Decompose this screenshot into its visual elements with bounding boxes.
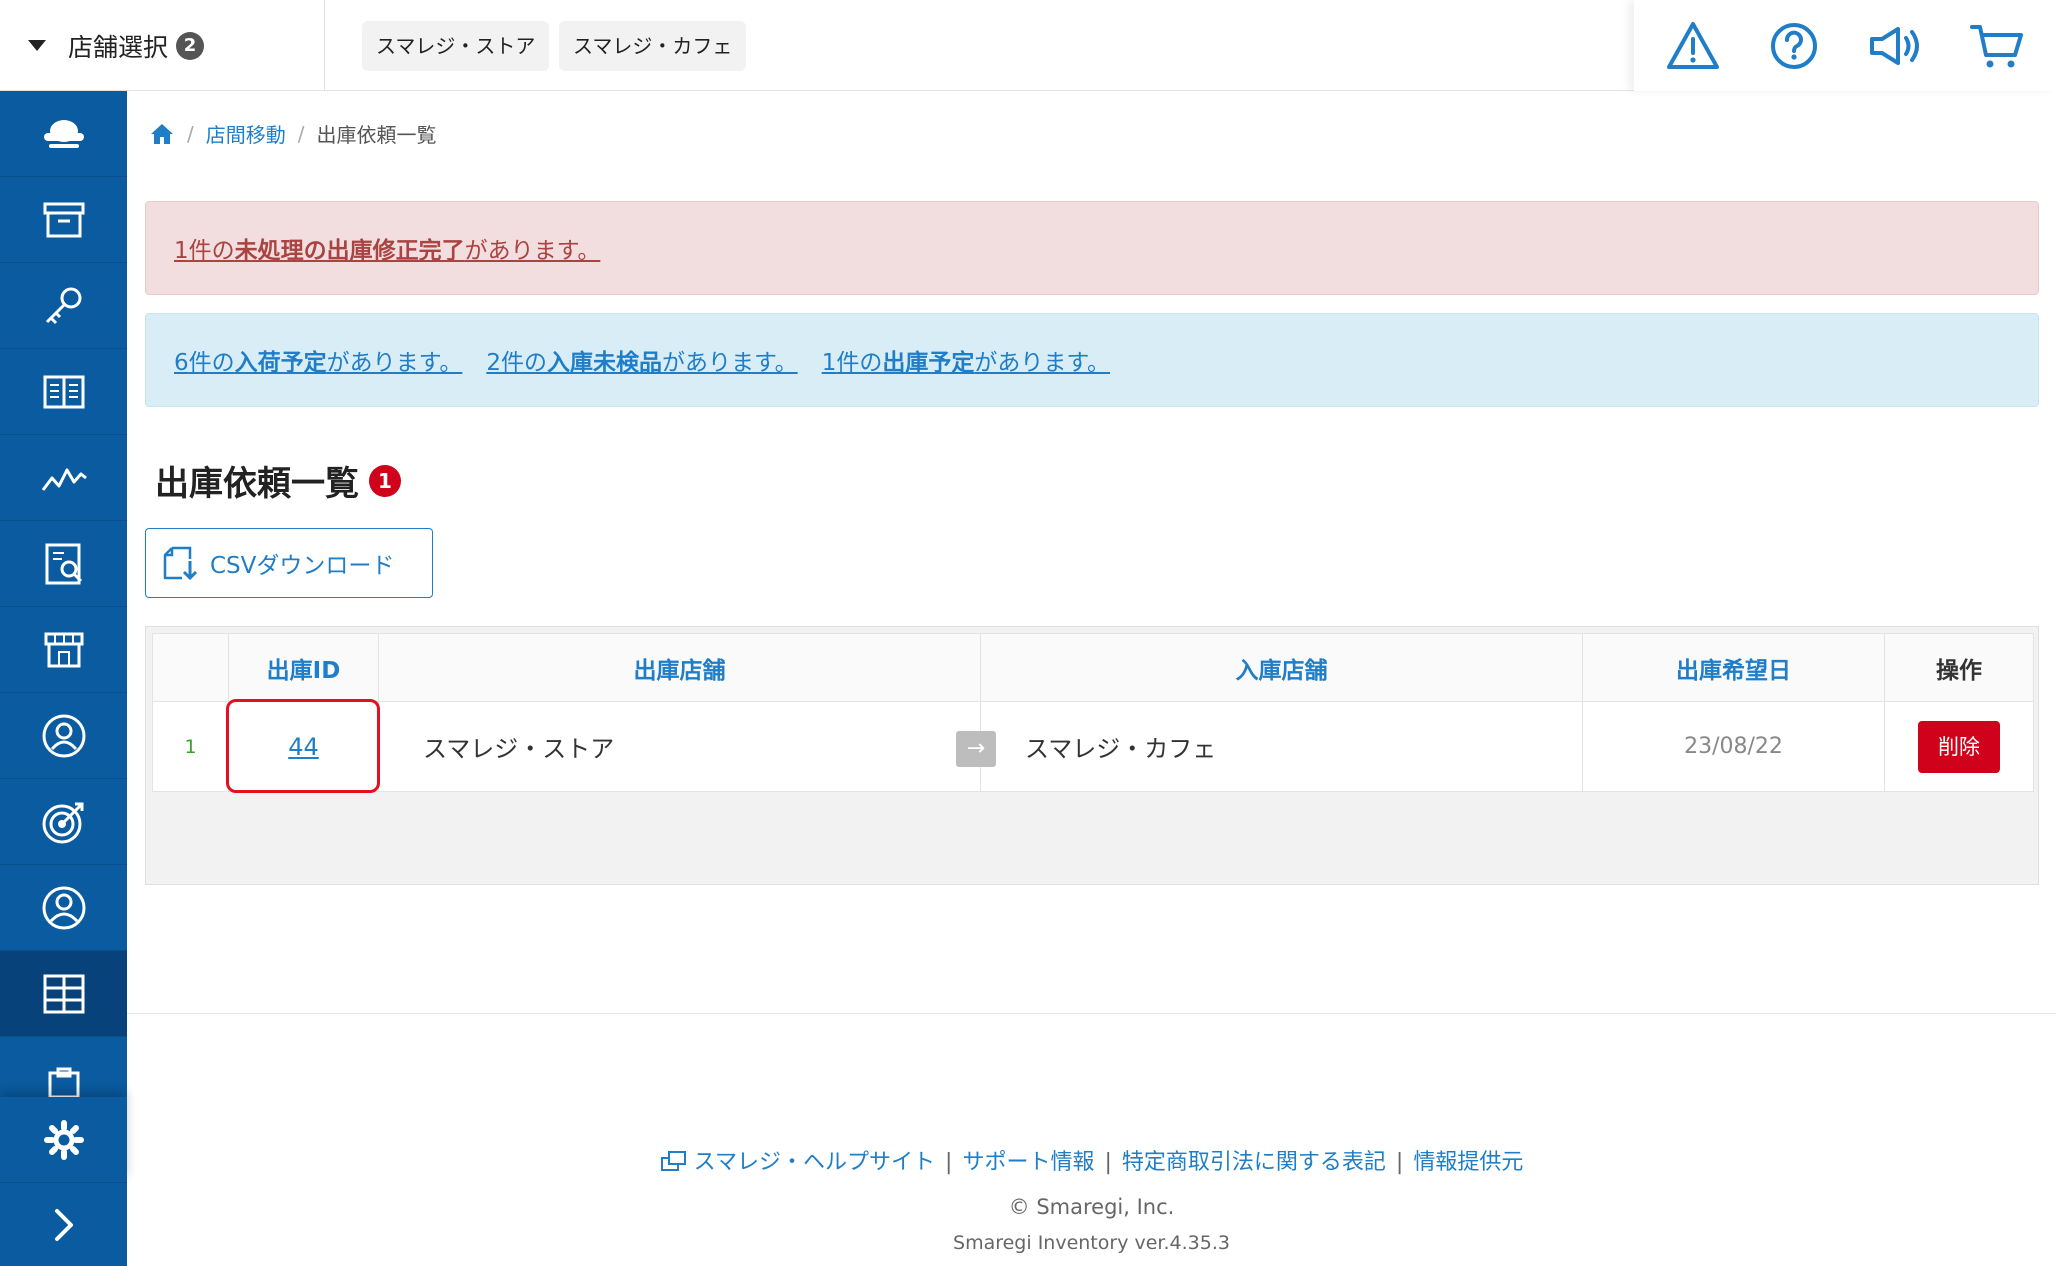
- store-select-label: 店舗選択: [68, 32, 169, 62]
- caret-down-icon: [28, 40, 46, 51]
- th-to-store[interactable]: 入庫店舗: [980, 633, 1583, 702]
- store-icon: [44, 632, 83, 667]
- th-from-store[interactable]: 出庫店舗: [378, 633, 981, 702]
- shipping-request-table: 出庫ID 出庫店舗 入庫店舗 出庫希望日 操作 1 44 スマレジ・ストア → …: [145, 626, 2039, 885]
- table-row: 1 44 スマレジ・ストア → スマレジ・カフェ 23/08/22 削除: [152, 699, 2034, 793]
- sidebar-item-grid[interactable]: [0, 951, 127, 1037]
- breadcrumb-current: 出庫依頼一覧: [316, 123, 437, 147]
- target-icon: [42, 802, 83, 843]
- archive-icon: [43, 202, 84, 237]
- sidebar-item-store[interactable]: [0, 607, 127, 693]
- footer-link-provider[interactable]: 情報提供元: [1413, 1150, 1523, 1175]
- settings-button[interactable]: [0, 1097, 127, 1182]
- arrow-right-icon: →: [956, 731, 996, 767]
- from-store-cell: スマレジ・ストア →: [378, 701, 996, 792]
- sidebar-item-report[interactable]: [0, 521, 127, 607]
- sidebar: [0, 91, 127, 1266]
- user-icon: [42, 886, 85, 929]
- alert-link-arrival-schedule[interactable]: 6件の入荷予定があります。: [174, 343, 462, 377]
- sidebar-item-target[interactable]: [0, 779, 127, 865]
- breadcrumb-separator: /: [187, 121, 194, 146]
- breadcrumb-separator: /: [297, 121, 305, 146]
- th-operations: 操作: [1884, 633, 2034, 702]
- home-icon[interactable]: [149, 122, 175, 146]
- row-number: 1: [152, 701, 229, 792]
- help-icon[interactable]: [1764, 16, 1824, 76]
- th-shipping-id[interactable]: 出庫ID: [228, 633, 379, 702]
- footer-link-help[interactable]: スマレジ・ヘルプサイト: [694, 1150, 935, 1175]
- book-icon: [43, 375, 84, 408]
- store-chip-store[interactable]: スマレジ・ストア: [362, 21, 550, 71]
- breadcrumb-link-transfer[interactable]: 店間移動: [206, 119, 286, 148]
- store-select-dropdown[interactable]: 店舗選択 2: [0, 0, 325, 91]
- copyright: © Smaregi, Inc.: [1008, 1195, 1175, 1219]
- megaphone-icon[interactable]: [1866, 16, 1926, 76]
- sidebar-item-user-badge[interactable]: [0, 693, 127, 779]
- alert-link-shipping-schedule[interactable]: 1件の出庫予定があります。: [822, 343, 1110, 377]
- sidebar-item-clipboard[interactable]: [0, 1037, 127, 1097]
- page-title: 出庫依頼一覧 1: [155, 456, 401, 505]
- footer-links: スマレジ・ヘルプサイト | サポート情報 | 特定商取引法に関する表記 | 情報提供元: [127, 1144, 2056, 1176]
- top-bar: 店舗選択 2 スマレジ・ストア スマレジ・カフェ: [0, 0, 2056, 91]
- version: Smaregi Inventory ver.4.35.3: [953, 1232, 1230, 1254]
- footer-link-legal[interactable]: 特定商取引法に関する表記: [1122, 1150, 1386, 1175]
- th-number: [152, 633, 229, 702]
- desired-date-cell: 23/08/22: [1582, 701, 1885, 792]
- main-content: / 店間移動 / 出庫依頼一覧 1件の未処理の出庫修正完了があります。 6件の入…: [127, 91, 2056, 1266]
- external-window-icon: [660, 1151, 686, 1171]
- th-desired-date[interactable]: 出庫希望日: [1582, 633, 1885, 702]
- footer-link-support[interactable]: サポート情報: [962, 1150, 1094, 1175]
- csv-download-button[interactable]: CSVダウンロード: [145, 528, 433, 598]
- operations-cell: 削除: [1884, 701, 2034, 792]
- download-file-icon: [163, 546, 198, 581]
- alert-link-unprocessed-correction[interactable]: 1件の未処理の出庫修正完了があります。: [174, 231, 600, 265]
- grid-icon: [43, 974, 84, 1013]
- sidebar-item-key[interactable]: [0, 263, 127, 349]
- cloud-icon: [43, 119, 84, 148]
- key-icon: [45, 287, 81, 324]
- warning-icon[interactable]: [1663, 16, 1723, 76]
- alert-info: 6件の入荷予定があります。 2件の入庫未検品があります。 1件の出庫予定がありま…: [145, 313, 2039, 407]
- footer-divider: [127, 1013, 2056, 1014]
- sidebar-item-user[interactable]: [0, 865, 127, 951]
- from-store-name: スマレジ・ストア: [423, 735, 615, 763]
- sidebar-item-archive[interactable]: [0, 177, 127, 263]
- cart-icon[interactable]: [1967, 16, 2027, 76]
- alert-danger: 1件の未処理の出庫修正完了があります。: [145, 201, 2039, 295]
- user-badge-icon: [42, 714, 85, 757]
- shipping-id-link[interactable]: 44: [288, 733, 319, 761]
- top-icons: [1634, 0, 2056, 91]
- alert-link-uninspected[interactable]: 2件の入庫未検品があります。: [486, 343, 797, 377]
- shipping-id-cell: 44: [226, 699, 380, 793]
- store-chip-cafe[interactable]: スマレジ・カフェ: [559, 21, 747, 71]
- delete-button[interactable]: 削除: [1918, 720, 2000, 773]
- to-store-cell: スマレジ・カフェ: [980, 701, 1583, 792]
- report-icon: [45, 543, 82, 584]
- sidebar-item-chart[interactable]: [0, 435, 127, 521]
- table-header-row: 出庫ID 出庫店舗 入庫店舗 出庫希望日 操作: [152, 633, 2034, 702]
- breadcrumb: / 店間移動 / 出庫依頼一覧: [149, 119, 437, 148]
- sidebar-item-book[interactable]: [0, 349, 127, 435]
- gear-icon: [43, 1119, 84, 1160]
- sidebar-expand-button[interactable]: [0, 1182, 127, 1266]
- clipboard-icon: [48, 1067, 79, 1097]
- sidebar-item-cloud[interactable]: [0, 91, 127, 177]
- chevron-right-icon: [54, 1208, 73, 1241]
- title-count-badge: 1: [369, 464, 401, 497]
- store-count-badge: 2: [176, 31, 205, 60]
- chart-icon: [41, 468, 87, 491]
